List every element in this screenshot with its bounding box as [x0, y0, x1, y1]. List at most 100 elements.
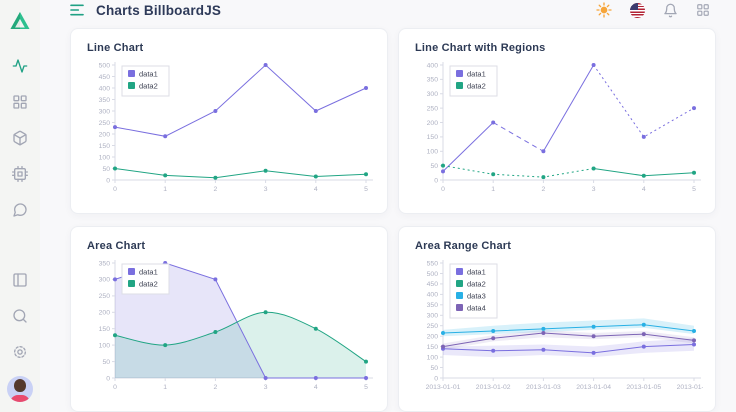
sidebar-item-layout[interactable] [6, 266, 34, 294]
search-icon [12, 308, 28, 324]
hamburger-menu-icon [68, 2, 86, 18]
sidebar [0, 0, 40, 412]
cpu-icon [12, 166, 28, 182]
svg-text:350: 350 [427, 77, 439, 84]
svg-text:data4: data4 [467, 304, 486, 313]
svg-text:200: 200 [99, 131, 111, 138]
svg-text:250: 250 [427, 323, 439, 330]
svg-text:100: 100 [99, 342, 111, 349]
svg-text:data1: data1 [467, 70, 486, 79]
svg-text:200: 200 [427, 334, 439, 341]
header: Charts BillboardJS [40, 0, 736, 20]
svg-text:4: 4 [314, 384, 318, 391]
svg-text:0: 0 [441, 186, 445, 193]
card-line-chart: Line Chart 0 50 100 150 200 250 300 350 400 450 50… [70, 28, 388, 214]
svg-text:0: 0 [113, 384, 117, 391]
chart-title: Line Chart [87, 42, 371, 54]
card-line-chart-regions: Line Chart with Regions 0501001502002503… [398, 28, 716, 214]
svg-text:250: 250 [99, 120, 111, 127]
notifications-button[interactable] [661, 1, 679, 19]
bell-icon [663, 3, 678, 18]
svg-text:3: 3 [264, 186, 268, 193]
svg-text:300: 300 [427, 91, 439, 98]
app-logo-triangle-icon [8, 9, 32, 33]
line-chart[interactable]: 050100150200250300350400450500012345data… [87, 58, 375, 198]
svg-text:2: 2 [214, 186, 218, 193]
sidebar-item-chat[interactable] [6, 196, 34, 224]
svg-text:200: 200 [427, 120, 439, 127]
user-avatar[interactable] [7, 376, 33, 402]
svg-text:100: 100 [427, 354, 439, 361]
svg-text:data2: data2 [139, 280, 158, 289]
svg-text:5: 5 [364, 384, 368, 391]
svg-text:350: 350 [99, 97, 111, 104]
svg-text:450: 450 [427, 281, 439, 288]
sidebar-item-components[interactable] [6, 124, 34, 152]
svg-text:data2: data2 [467, 280, 486, 289]
svg-text:400: 400 [427, 292, 439, 299]
sidebar-item-search[interactable] [6, 302, 34, 330]
main-area: Charts BillboardJS L [40, 0, 736, 412]
svg-text:250: 250 [99, 293, 111, 300]
sidebar-item-dashboard-activity[interactable] [6, 52, 34, 80]
svg-text:4: 4 [314, 186, 318, 193]
svg-text:250: 250 [427, 105, 439, 112]
svg-text:data1: data1 [139, 268, 158, 277]
svg-text:550: 550 [427, 260, 439, 267]
svg-text:0: 0 [106, 177, 110, 184]
area-range-chart[interactable]: 0501001502002503003504004505005502013-01… [415, 256, 703, 396]
app-logo[interactable] [7, 8, 33, 34]
svg-text:0: 0 [434, 375, 438, 382]
svg-text:data2: data2 [139, 82, 158, 91]
svg-text:1: 1 [491, 186, 495, 193]
svg-text:50: 50 [430, 163, 438, 170]
svg-text:500: 500 [99, 62, 111, 69]
svg-text:400: 400 [99, 85, 111, 92]
svg-text:50: 50 [102, 359, 110, 366]
svg-text:50: 50 [102, 166, 110, 173]
svg-text:300: 300 [99, 108, 111, 115]
svg-text:300: 300 [427, 313, 439, 320]
apps-menu-button[interactable] [694, 1, 712, 19]
svg-text:150: 150 [99, 326, 111, 333]
svg-text:data1: data1 [467, 268, 486, 277]
chart-title: Area Range Chart [415, 240, 699, 252]
svg-text:200: 200 [99, 310, 111, 317]
svg-text:2013-01-01: 2013-01-01 [426, 384, 461, 391]
layout-sidebar-icon [12, 272, 28, 288]
card-area-chart: Area Chart 050100150200250300350012345da… [70, 226, 388, 412]
line-chart-with-regions[interactable]: 050100150200250300350400012345data1data2 [415, 58, 703, 198]
svg-text:4: 4 [642, 186, 646, 193]
area-chart[interactable]: 050100150200250300350012345data1data2 [87, 256, 375, 396]
activity-icon [12, 58, 28, 74]
svg-text:50: 50 [430, 365, 438, 372]
menu-toggle-button[interactable] [68, 2, 86, 18]
svg-text:2013-01-05: 2013-01-05 [626, 384, 661, 391]
language-selector-button[interactable] [628, 1, 646, 19]
chart-title: Area Chart [87, 240, 371, 252]
svg-text:2013-01-06: 2013-01-06 [677, 384, 703, 391]
svg-text:0: 0 [106, 375, 110, 382]
svg-text:100: 100 [427, 149, 439, 156]
svg-text:2: 2 [542, 186, 546, 193]
dashboard-grid-icon [12, 94, 28, 110]
svg-text:3: 3 [264, 384, 268, 391]
theme-toggle-button[interactable] [595, 1, 613, 19]
svg-text:150: 150 [427, 344, 439, 351]
sidebar-item-system[interactable] [6, 160, 34, 188]
svg-text:0: 0 [113, 186, 117, 193]
svg-text:450: 450 [99, 74, 111, 81]
chat-bubble-icon [12, 202, 28, 218]
sidebar-item-widgets[interactable] [6, 88, 34, 116]
svg-text:0: 0 [434, 177, 438, 184]
chart-title: Line Chart with Regions [415, 42, 699, 54]
svg-text:2: 2 [214, 384, 218, 391]
sun-icon [596, 2, 612, 18]
sidebar-item-settings[interactable] [6, 338, 34, 366]
svg-text:300: 300 [99, 277, 111, 284]
svg-text:350: 350 [99, 260, 111, 267]
svg-text:150: 150 [99, 143, 111, 150]
svg-text:100: 100 [99, 154, 111, 161]
svg-text:1: 1 [163, 186, 167, 193]
svg-text:500: 500 [427, 271, 439, 278]
